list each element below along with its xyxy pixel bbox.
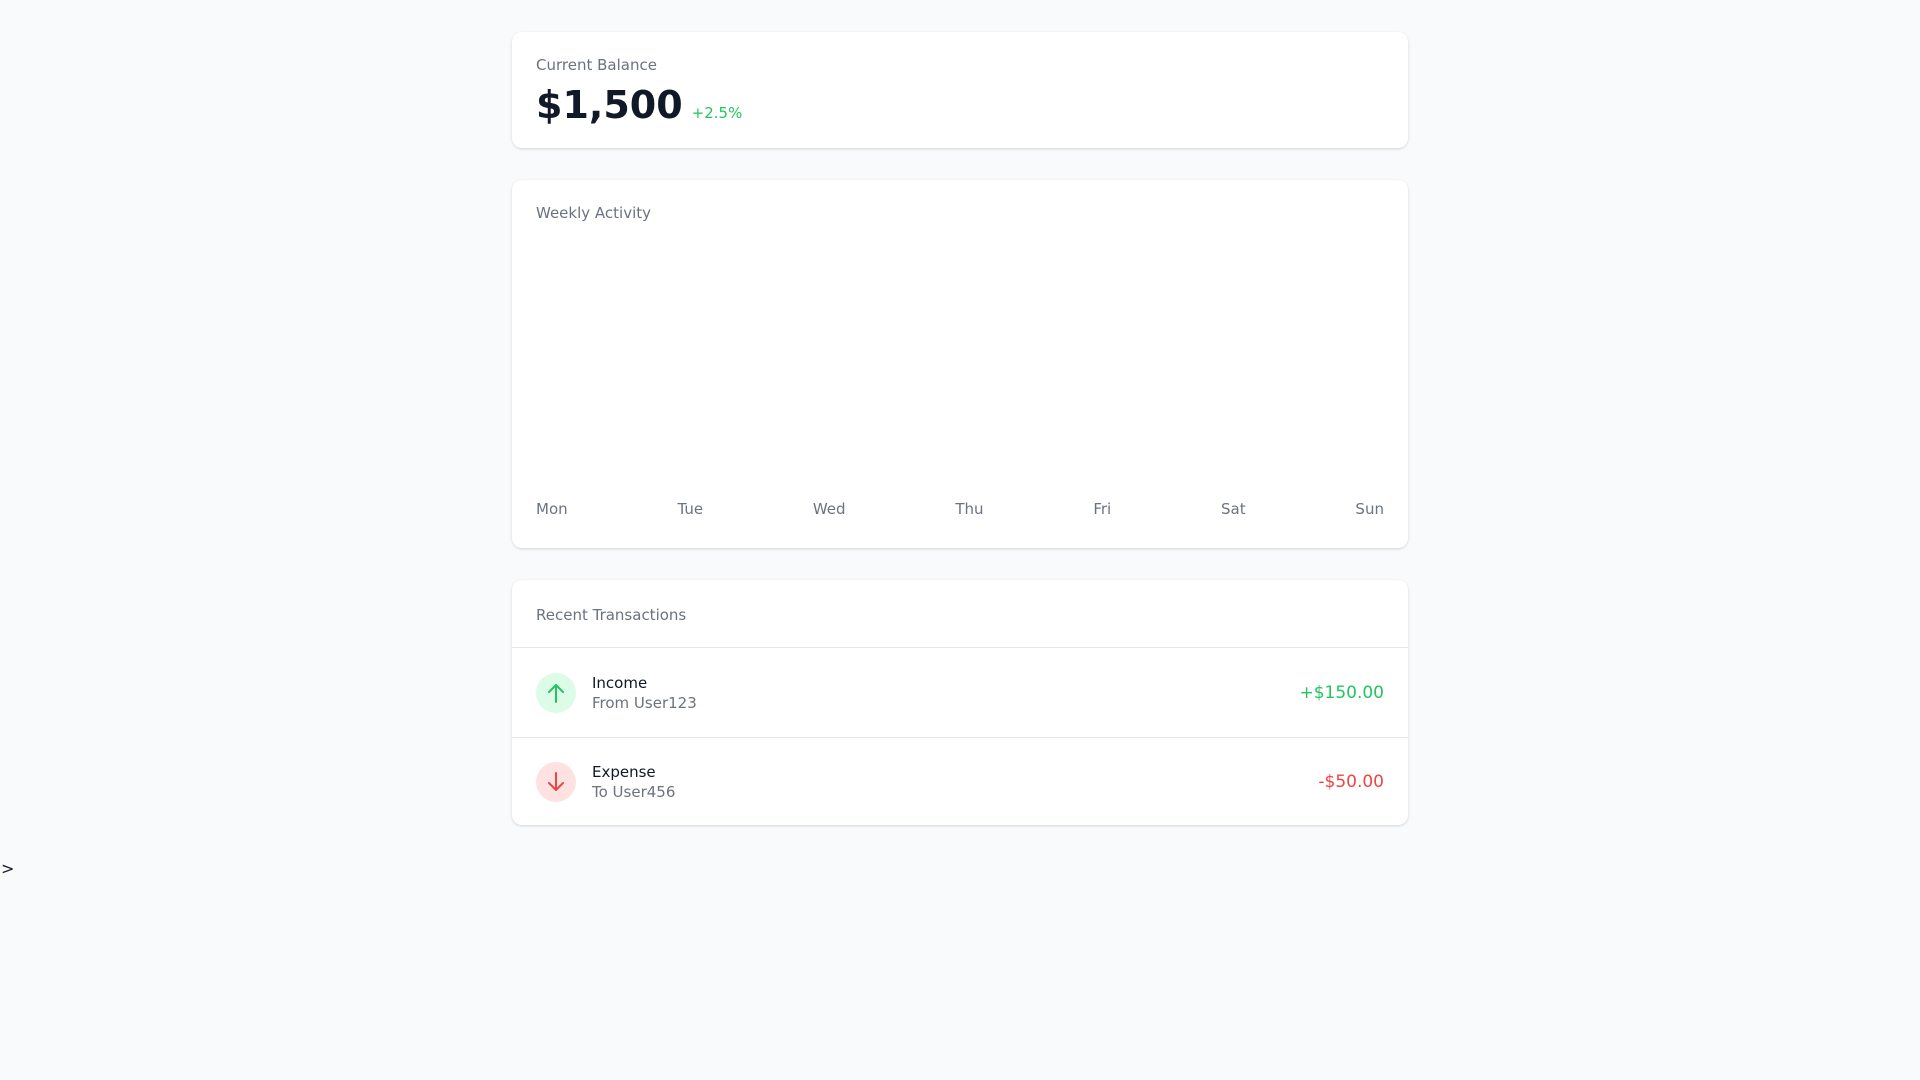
recent-transactions-card: Recent Transactions Income From User123 …	[512, 580, 1408, 825]
day-labels: Mon Tue Wed Thu Fri Sat Sun	[536, 500, 1384, 518]
balance-amount: $1,500	[536, 83, 683, 127]
transaction-subtitle: From User123	[592, 693, 697, 712]
day-label-mon: Mon	[536, 500, 568, 518]
transaction-title: Income	[592, 673, 648, 692]
weekly-activity-card: Weekly Activity Mon Tue Wed Thu Fri Sat …	[512, 180, 1408, 548]
transaction-title: Expense	[592, 763, 656, 781]
balance-card: Current Balance $1,500 +2.5%	[512, 32, 1408, 148]
transaction-text: Income From User123	[592, 673, 1299, 713]
arrow-up-icon	[536, 672, 576, 713]
day-label-thu: Thu	[955, 500, 984, 518]
transaction-amount: +$150.00	[1299, 682, 1384, 703]
stray-text: >	[1, 859, 15, 878]
day-label-fri: Fri	[1093, 500, 1112, 518]
transaction-subtitle: To User456	[592, 783, 676, 801]
day-label-tue: Tue	[677, 500, 704, 518]
transaction-text: Expense To User456	[592, 762, 1318, 802]
day-label-sat: Sat	[1221, 500, 1246, 518]
balance-change-badge: +2.5%	[691, 104, 743, 122]
recent-transactions-title: Recent Transactions	[536, 606, 687, 624]
arrow-down-icon	[536, 762, 576, 802]
transaction-amount: -$50.00	[1318, 772, 1384, 792]
recent-transactions-header: Recent Transactions	[512, 580, 1408, 648]
day-label-wed: Wed	[812, 500, 846, 518]
weekly-activity-title: Weekly Activity	[536, 204, 652, 222]
day-label-sun: Sun	[1355, 500, 1384, 518]
dashboard: Current Balance $1,500 +2.5% Weekly Acti…	[512, 32, 1408, 825]
balance-label: Current Balance	[536, 56, 657, 74]
balance-row: $1,500 +2.5%	[536, 83, 1384, 127]
transaction-row-income[interactable]: Income From User123 +$150.00	[512, 648, 1408, 737]
transaction-row-expense[interactable]: Expense To User456 -$50.00	[512, 737, 1408, 825]
weekly-activity-chart	[536, 240, 1384, 490]
